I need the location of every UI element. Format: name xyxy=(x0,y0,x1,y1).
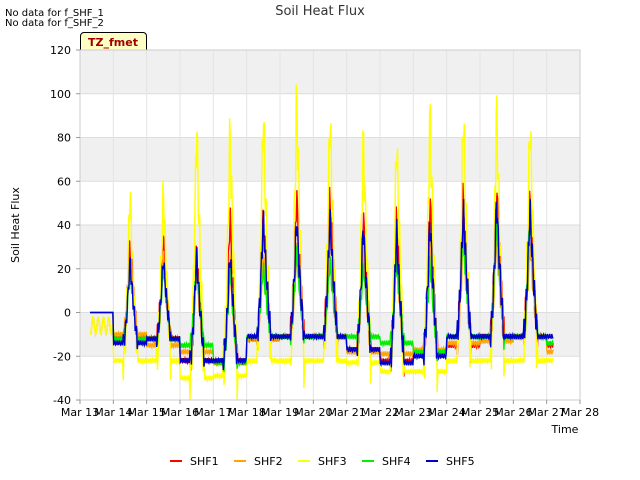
y-tick-label: 100 xyxy=(50,88,71,101)
grid-band xyxy=(80,50,580,94)
chart-title: Soil Heat Flux xyxy=(275,4,365,19)
y-tick-label: 120 xyxy=(50,44,71,57)
legend-label-shf2: SHF2 xyxy=(254,455,283,468)
x-axis-label: Time xyxy=(551,423,579,436)
y-tick-label: 40 xyxy=(57,219,71,232)
y-tick-label: 20 xyxy=(57,263,71,276)
legend-label-shf3: SHF3 xyxy=(318,455,347,468)
y-tick-label: 60 xyxy=(57,175,71,188)
soil-heat-flux-chart: -40-20020406080100120 Mar 13Mar 14Mar 15… xyxy=(9,4,599,468)
y-tick-label: 80 xyxy=(57,132,71,145)
y-axis-label: Soil Heat Flux xyxy=(9,187,22,263)
y-tick-label: -20 xyxy=(53,350,71,363)
legend: SHF1 SHF2 SHF3 SHF4 SHF5 xyxy=(170,455,475,468)
legend-label-shf4: SHF4 xyxy=(382,455,411,468)
legend-label-shf5: SHF5 xyxy=(446,455,475,468)
y-tick-label: 0 xyxy=(64,307,71,320)
legend-label-shf1: SHF1 xyxy=(190,455,219,468)
x-tick-label: Mar 28 xyxy=(561,406,599,419)
